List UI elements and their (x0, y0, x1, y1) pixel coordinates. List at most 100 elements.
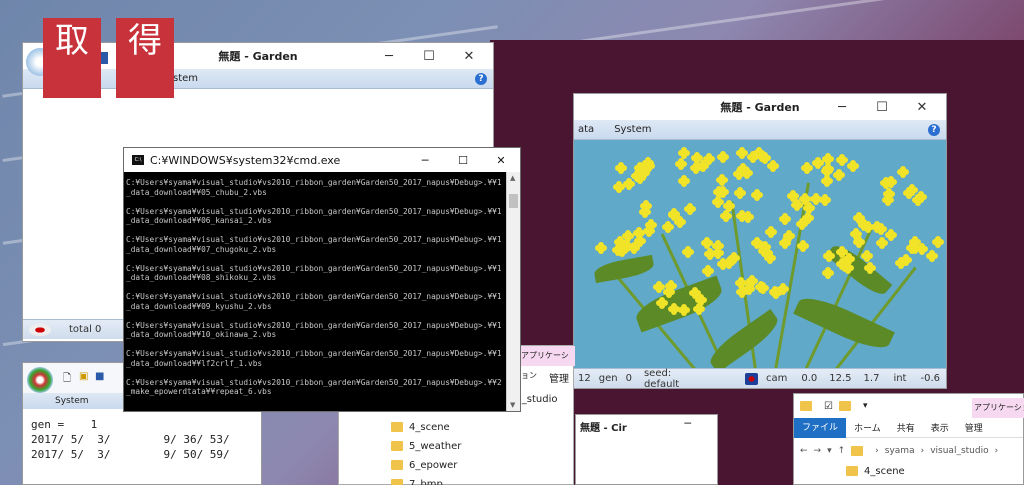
cmd-titlebar[interactable]: C:\ C:¥WINDOWS¥system32¥cmd.exe ─ ☐ ✕ (124, 148, 520, 172)
close-icon[interactable]: ✕ (482, 154, 520, 167)
folder-icon (391, 479, 403, 485)
scrollbar[interactable]: ▲ ▼ (506, 172, 520, 411)
console-line: _data_download¥¥06_kansai_2.vbs (126, 216, 272, 225)
scrollbar-thumb[interactable] (509, 194, 518, 208)
folder-name: 5_weather (409, 441, 462, 452)
flower-icon (900, 253, 913, 266)
chevron-down-icon[interactable]: ▾ (863, 401, 868, 411)
minimize-icon[interactable]: ─ (406, 154, 444, 167)
menu-data[interactable]: ata (574, 124, 604, 135)
log-line: 2017/ 5/ 3/ 9/ 50/ 59/ (31, 448, 230, 461)
cir-window[interactable]: 無題 - Cir ─ (575, 414, 718, 485)
list-item[interactable]: 5_weather (391, 437, 461, 456)
tab-file[interactable]: ファイル (794, 417, 847, 438)
minimize-icon[interactable]: ─ (369, 49, 409, 64)
console-entry: C:¥Users¥syama¥visual_studio¥vs2010_ribb… (126, 235, 504, 254)
console-line: C:¥Users¥syama¥visual_studio¥vs2010_ribb… (126, 206, 502, 216)
folder-icon[interactable] (838, 401, 851, 411)
flower-icon (835, 245, 848, 258)
new-file-icon[interactable]: 🗋 (63, 371, 71, 388)
status-value: 12.5 (829, 373, 852, 384)
flower-icon (722, 199, 735, 212)
flower-icon (812, 157, 825, 170)
breadcrumb-item[interactable]: syama (885, 446, 915, 456)
console-line: _data_download¥¥05_chubu_2.vbs (126, 187, 267, 197)
window-title: 無題 - Garden (720, 101, 800, 114)
address-path[interactable]: l_studio (519, 394, 558, 405)
help-icon[interactable]: ? (928, 124, 940, 136)
list-item[interactable]: 6_epower (391, 456, 461, 475)
app-logo-icon (29, 323, 51, 336)
flower-icon (665, 279, 678, 292)
console-entry: C:¥Users¥syama¥visual_studio¥vs2010_ribb… (126, 207, 504, 226)
garden-right-titlebar[interactable]: 無題 - Garden ─ ☐ ✕ (574, 94, 946, 120)
flower-icon (846, 159, 859, 172)
console-entry: C:¥Users¥syama¥visual_studio¥vs2010_ribb… (126, 321, 504, 340)
flower-icon (931, 235, 944, 248)
close-icon[interactable]: ✕ (449, 49, 489, 64)
help-icon[interactable]: ? (475, 73, 487, 85)
console-line: _data_download¥¥lf2crlf_1.vbs (126, 358, 263, 368)
console-output[interactable]: C:¥Users¥syama¥visual_studio¥vs2010_ribb… (124, 172, 506, 411)
list-item[interactable]: 4_scene (846, 466, 905, 477)
tab-share[interactable]: 共有 (889, 421, 923, 434)
window-title: 無題 - Garden (218, 50, 298, 63)
close-icon[interactable]: ✕ (902, 100, 942, 115)
maximize-icon[interactable]: ☐ (862, 100, 902, 115)
flower-icon (720, 209, 733, 222)
tab-application[interactable]: アプリケーション (519, 346, 575, 380)
list-item[interactable]: 7_bmp (391, 475, 461, 485)
maximize-icon[interactable]: ☐ (409, 49, 449, 64)
forward-arrow-icon[interactable]: → (814, 446, 822, 456)
console-line: C:¥Users¥syama¥visual_studio¥vs2010_ribb… (126, 263, 502, 273)
flower-icon (796, 240, 809, 253)
tab-home[interactable]: ホーム (846, 421, 889, 434)
flower-icon (623, 178, 636, 191)
garden-window-right[interactable]: 無題 - Garden ─ ☐ ✕ ata System ? 12 gen 0 … (573, 93, 947, 390)
address-bar[interactable]: ← → ▾ ↑ › syama › visual_studio › (794, 442, 1023, 460)
leaf (793, 290, 895, 356)
flower-icon (755, 280, 768, 293)
tab-application[interactable]: アプリケーショ (972, 398, 1024, 418)
save-icon[interactable]: ■ (95, 371, 104, 382)
console-entry: C:¥Users¥syama¥visual_studio¥vs2010_ribb… (126, 378, 504, 397)
scroll-down-icon[interactable]: ▼ (510, 401, 515, 409)
flower-icon (764, 225, 777, 238)
tab-manage[interactable]: 管理 (957, 421, 991, 434)
chevron-down-icon[interactable]: ▾ (827, 446, 832, 456)
log-line: 2017/ 5/ 3/ 9/ 36/ 53/ (31, 433, 230, 446)
flower-icon (595, 241, 607, 254)
flower-icon (702, 264, 715, 277)
title-tiles: 取 得 (43, 18, 174, 98)
list-item[interactable]: 4_scene (391, 418, 461, 437)
flower-icon (875, 237, 888, 250)
maximize-icon[interactable]: ☐ (444, 154, 482, 167)
folder-icon (846, 466, 858, 476)
cmd-window[interactable]: C:\ C:¥WINDOWS¥system32¥cmd.exe ─ ☐ ✕ C:… (123, 147, 521, 412)
3d-viewport[interactable] (574, 140, 946, 368)
ribbon-tabs: ファイル ホーム 共有 表示 管理 (794, 417, 1023, 438)
folder-icon[interactable] (800, 401, 812, 411)
folder-name: 6_epower (409, 460, 458, 471)
tab-view[interactable]: 表示 (923, 421, 957, 434)
menu-system[interactable]: System (604, 124, 661, 135)
ribbon-tabs: ata System (574, 120, 946, 140)
flower-icon (778, 236, 791, 249)
checkbox-icon[interactable]: ☑ (824, 401, 833, 412)
breadcrumb-item[interactable]: visual_studio (930, 446, 988, 456)
app-orb-icon[interactable] (27, 367, 53, 393)
console-line: _make_epowerdtata¥¥repeat_6.vbs (126, 387, 272, 396)
tab-manage[interactable]: 管理 (549, 370, 569, 385)
console-line: _data_download¥¥08_shikoku_2.vbs (126, 273, 277, 282)
flower-icon (655, 296, 668, 309)
minimize-icon[interactable]: ─ (684, 417, 691, 430)
open-folder-icon[interactable]: ▣ (79, 371, 88, 382)
up-arrow-icon[interactable]: ↑ (838, 446, 846, 456)
minimize-icon[interactable]: ─ (822, 100, 862, 115)
flower-icon (764, 252, 777, 265)
flower-icon (702, 153, 715, 166)
scroll-up-icon[interactable]: ▲ (510, 174, 515, 182)
explorer-window-right[interactable]: ☑ ▾ アプリケーショ ファイル ホーム 共有 表示 管理 ← → ▾ ↑ › … (793, 393, 1024, 485)
flower-icon (863, 262, 876, 275)
back-arrow-icon[interactable]: ← (800, 446, 808, 456)
